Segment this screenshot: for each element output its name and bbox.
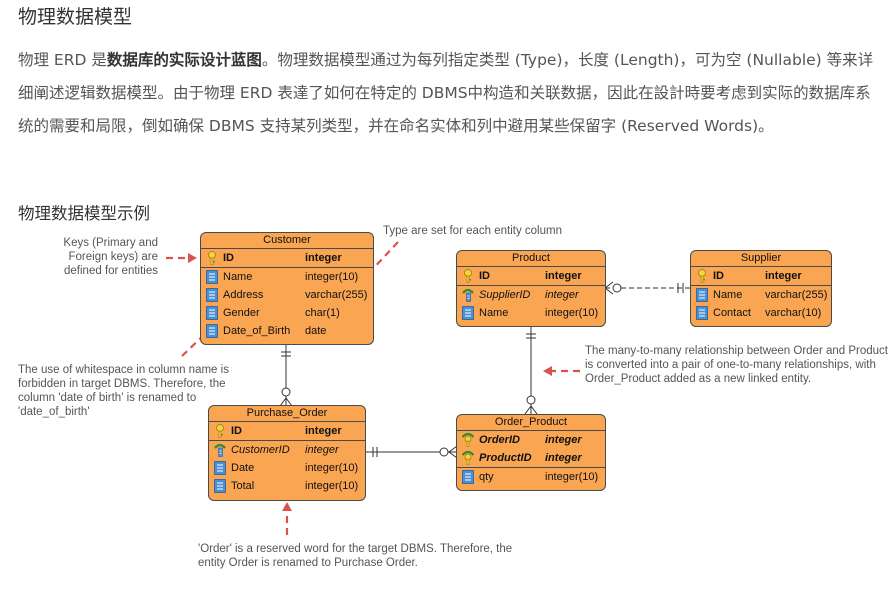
annotation-keys: Keys (Primary and Foreign keys) are defi…: [63, 237, 158, 277]
column-name: Name: [713, 289, 743, 301]
column-type: integer: [305, 444, 339, 456]
entity-column-row[interactable]: Name integer(10): [201, 268, 373, 286]
column-icon: [206, 324, 218, 338]
column-icon: [214, 461, 226, 475]
annotation-reserved: 'Order' is a reserved word for the targe…: [198, 543, 513, 569]
column-name: Total: [231, 480, 255, 492]
entity-title: Customer: [201, 233, 373, 249]
column-name: Address: [223, 289, 264, 301]
entity-column-row[interactable]: ID integer: [457, 267, 605, 286]
entity-column-row[interactable]: CustomerID integer: [209, 441, 365, 459]
column-icon: [462, 470, 474, 484]
column-icon: [214, 479, 226, 493]
primary-key-icon: [462, 269, 474, 283]
entity-column-row[interactable]: ID integer: [691, 267, 831, 286]
entity-column-row[interactable]: Date integer(10): [209, 459, 365, 477]
column-type: integer: [305, 252, 342, 264]
primary-key-icon: [206, 251, 218, 265]
entity-column-row[interactable]: OrderID integer: [457, 431, 605, 449]
entity-column-row[interactable]: Name varchar(255): [691, 286, 831, 304]
column-icon: [462, 306, 474, 320]
entity-column-row[interactable]: ID integer: [209, 422, 365, 441]
primary-key-icon: [214, 424, 226, 438]
entity-column-row[interactable]: Date_of_Birth date: [201, 322, 373, 340]
entity-column-row[interactable]: ProductID integer: [457, 449, 605, 468]
column-name: ID: [479, 270, 490, 282]
primary-foreign-key-icon: [461, 450, 475, 465]
entity-supplier[interactable]: Supplier ID integer Name varchar(255) Contact…: [690, 250, 832, 327]
column-icon: [696, 288, 708, 302]
entity-purchase-order[interactable]: Purchase_Order ID integer CustomerID integer…: [208, 405, 366, 501]
entity-title: Supplier: [691, 251, 831, 267]
column-name: SupplierID: [479, 289, 531, 301]
primary-key-icon: [696, 269, 708, 283]
entity-column-row[interactable]: qty integer(10): [457, 468, 605, 486]
entity-column-row[interactable]: Contact varchar(10): [691, 304, 831, 322]
foreign-key-icon: [214, 443, 226, 457]
column-type: integer: [545, 452, 582, 464]
column-name: ID: [231, 425, 242, 437]
column-name: Gender: [223, 307, 260, 319]
column-type: varchar(255): [765, 289, 828, 301]
column-type: integer(10): [545, 471, 599, 483]
entity-column-row[interactable]: Total integer(10): [209, 477, 365, 495]
entity-product[interactable]: Product ID integer SupplierID integer Name int…: [456, 250, 606, 327]
foreign-key-icon: [462, 288, 474, 302]
entity-order-product[interactable]: Order_Product OrderID integer ProductID inte…: [456, 414, 606, 491]
entity-column-row[interactable]: Address varchar(255): [201, 286, 373, 304]
column-icon: [206, 288, 218, 302]
entity-title: Order_Product: [457, 415, 605, 431]
column-type: char(1): [305, 307, 340, 319]
column-icon: [206, 306, 218, 320]
annotation-many-to-many: The many-to-many relationship between Or…: [585, 345, 888, 385]
entity-column-row[interactable]: ID integer: [201, 249, 373, 268]
column-type: integer: [545, 289, 579, 301]
column-type: date: [305, 325, 327, 337]
column-type: varchar(255): [305, 289, 368, 301]
entity-column-row[interactable]: SupplierID integer: [457, 286, 605, 304]
column-name: OrderID: [479, 434, 520, 446]
column-type: varchar(10): [765, 307, 822, 319]
column-type: integer(10): [305, 462, 359, 474]
entity-title: Purchase_Order: [209, 406, 365, 422]
column-name: ProductID: [479, 452, 532, 464]
column-icon: [206, 270, 218, 284]
column-type: integer: [765, 270, 802, 282]
arrow-type: [369, 241, 399, 273]
column-name: Contact: [713, 307, 751, 319]
column-name: Date: [231, 462, 255, 474]
column-name: ID: [713, 270, 724, 282]
column-name: ID: [223, 252, 234, 264]
entity-title: Product: [457, 251, 605, 267]
column-type: integer(10): [545, 307, 599, 319]
column-icon: [696, 306, 708, 320]
column-name: qty: [479, 471, 494, 483]
column-name: CustomerID: [231, 444, 290, 456]
column-name: Name: [223, 271, 253, 283]
column-type: integer: [305, 425, 342, 437]
primary-foreign-key-icon: [461, 432, 475, 447]
column-type: integer(10): [305, 480, 359, 492]
entity-column-row[interactable]: Gender char(1): [201, 304, 373, 322]
column-type: integer(10): [305, 271, 359, 283]
column-name: Name: [479, 307, 509, 319]
column-name: Date_of_Birth: [223, 325, 291, 337]
column-type: integer: [545, 270, 582, 282]
column-type: integer: [545, 434, 582, 446]
annotation-type: Type are set for each entity column: [383, 225, 562, 237]
entity-customer[interactable]: Customer ID integer Name integer(10) Address v…: [200, 232, 374, 345]
entity-column-row[interactable]: Name integer(10): [457, 304, 605, 322]
